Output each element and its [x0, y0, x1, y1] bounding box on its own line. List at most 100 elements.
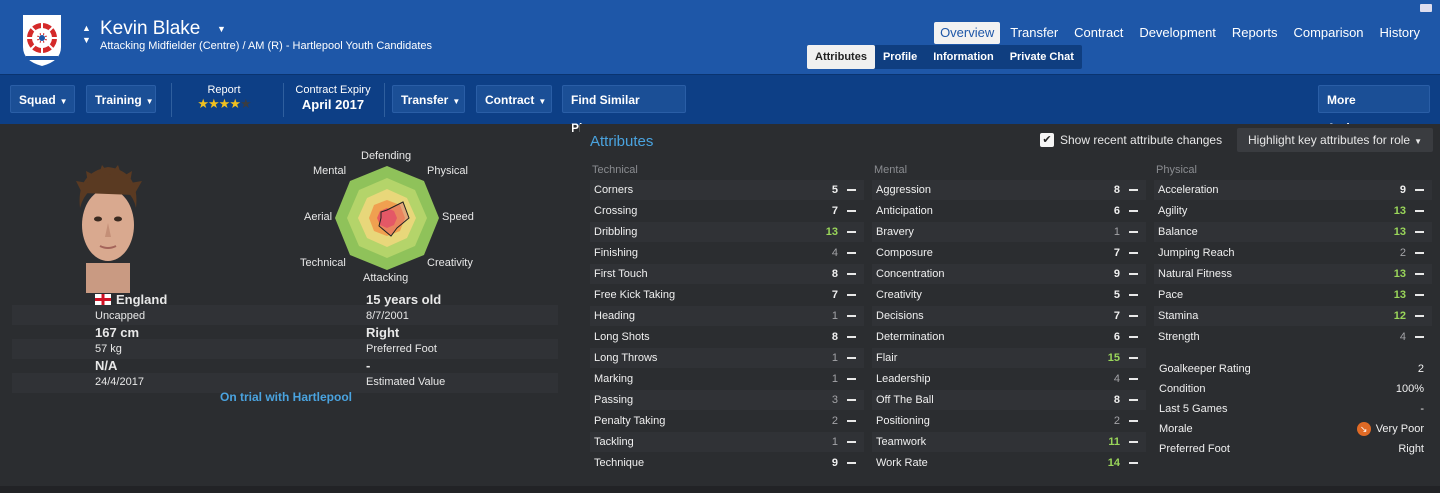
attribute-value: 2	[1113, 415, 1120, 427]
attribute-row[interactable]: Long Throws 1	[590, 348, 864, 368]
attribute-row[interactable]: Positioning 2	[872, 411, 1146, 431]
no-change-dash-icon	[1415, 294, 1424, 296]
star-icon: ★	[197, 96, 209, 111]
morale-text: Very Poor	[1375, 423, 1424, 435]
summary-value: 100%	[1395, 383, 1424, 395]
tab-overview[interactable]: Overview	[934, 22, 1001, 44]
attribute-row[interactable]: Balance 13	[1154, 222, 1432, 242]
attribute-row[interactable]: Long Shots 8	[590, 327, 864, 347]
attribute-row[interactable]: Passing 3	[590, 390, 864, 410]
chevron-down-icon: ▼	[452, 97, 461, 106]
highlight-role-dropdown[interactable]: Highlight key attributes for role ▼	[1237, 128, 1433, 152]
tab-transfer[interactable]: Transfer	[1004, 22, 1064, 44]
attribute-row[interactable]: Stamina 12	[1154, 306, 1432, 326]
tab-development[interactable]: Development	[1133, 22, 1222, 44]
attribute-row[interactable]: Concentration 9	[872, 264, 1146, 284]
attribute-row[interactable]: Finishing 4	[590, 243, 864, 263]
attribute-row[interactable]: Anticipation 6	[872, 201, 1146, 221]
no-change-dash-icon	[1415, 273, 1424, 275]
attribute-row[interactable]: Strength 4	[1154, 327, 1432, 347]
attribute-row[interactable]: Pace 13	[1154, 285, 1432, 305]
attribute-row[interactable]: Composure 7	[872, 243, 1146, 263]
attribute-row[interactable]: Jumping Reach 2	[1154, 243, 1432, 263]
subtab-profile[interactable]: Profile	[875, 45, 925, 69]
attribute-row[interactable]: Corners 5	[590, 180, 864, 200]
scout-report[interactable]: Report ★★★★★	[180, 84, 268, 112]
attribute-row[interactable]: Work Rate 14	[872, 453, 1146, 473]
radar-label-physical: Physical	[427, 165, 468, 177]
no-change-dash-icon	[847, 210, 856, 212]
attribute-value: 8	[831, 331, 838, 343]
attribute-row[interactable]: Tackling 1	[590, 432, 864, 452]
tab-contract[interactable]: Contract	[1068, 22, 1129, 44]
physical-header: Physical	[1156, 164, 1197, 176]
attribute-value: 1	[831, 373, 838, 385]
star-icon: ★	[208, 96, 220, 111]
attribute-row[interactable]: Heading 1	[590, 306, 864, 326]
attribute-name: Free Kick Taking	[594, 289, 676, 301]
subtab-private-chat[interactable]: Private Chat	[1002, 45, 1082, 69]
attribute-row[interactable]: Marking 1	[590, 369, 864, 389]
attribute-row[interactable]: Agility 13	[1154, 201, 1432, 221]
radar-label-creativity: Creativity	[427, 257, 473, 269]
attribute-name: Heading	[594, 310, 635, 322]
summary-label: Morale	[1159, 423, 1193, 435]
nationality[interactable]: England	[116, 292, 167, 307]
contract-button[interactable]: Contract ▼	[476, 85, 552, 113]
more-actions-button[interactable]: More Actions...▼	[1318, 85, 1430, 135]
summary-label: Preferred Foot	[1159, 443, 1230, 455]
attribute-value: 7	[1113, 247, 1120, 259]
show-changes-checkbox[interactable]: ✔	[1040, 133, 1054, 147]
show-changes-label[interactable]: Show recent attribute changes	[1060, 133, 1222, 147]
attribute-row[interactable]: Leadership 4	[872, 369, 1146, 389]
attribute-row[interactable]: Technique 9	[590, 453, 864, 473]
attribute-value: 14	[1107, 457, 1120, 469]
attribute-row[interactable]: Dribbling 13	[590, 222, 864, 242]
attribute-name: Leadership	[876, 373, 931, 385]
trial-status-link[interactable]: On trial with Hartlepool	[220, 390, 352, 404]
subtab-attributes[interactable]: Attributes	[807, 45, 875, 69]
attribute-row[interactable]: First Touch 8	[590, 264, 864, 284]
attribute-row[interactable]: Decisions 7	[872, 306, 1146, 326]
window-icon[interactable]	[1420, 4, 1432, 12]
attribute-name: Determination	[876, 331, 945, 343]
attribute-value: 7	[831, 205, 838, 217]
training-button[interactable]: Training ▼	[86, 85, 156, 113]
attribute-name: Corners	[594, 184, 634, 196]
attribute-name: Agility	[1158, 205, 1188, 217]
attribute-row[interactable]: Penalty Taking 2	[590, 411, 864, 431]
transfer-button[interactable]: Transfer ▼	[392, 85, 465, 113]
tab-history[interactable]: History	[1374, 22, 1426, 44]
squad-button[interactable]: Squad ▼	[10, 85, 75, 113]
attribute-value: 7	[1113, 310, 1120, 322]
player-nav-arrows[interactable]: ▲ ▼	[82, 22, 94, 46]
technical-header: Technical	[592, 164, 638, 176]
tab-reports[interactable]: Reports	[1226, 22, 1284, 44]
no-change-dash-icon	[847, 315, 856, 317]
attribute-row[interactable]: Determination 6	[872, 327, 1146, 347]
subtab-information[interactable]: Information	[925, 45, 1002, 69]
attribute-row[interactable]: Creativity 5	[872, 285, 1146, 305]
attribute-row[interactable]: Bravery 1	[872, 222, 1146, 242]
report-stars: ★★★★★	[180, 96, 268, 112]
tab-comparison[interactable]: Comparison	[1287, 22, 1369, 44]
contract-expiry-value: April 2017	[301, 97, 365, 112]
attribute-row[interactable]: Aggression 8	[872, 180, 1146, 200]
attribute-row[interactable]: Free Kick Taking 7	[590, 285, 864, 305]
summary-row: Condition 100%	[1155, 379, 1432, 399]
main-tabs: Overview Transfer Contract Development R…	[934, 22, 1426, 44]
player-menu-chevron-icon[interactable]: ▼	[217, 24, 226, 34]
attribute-value: 8	[831, 268, 838, 280]
attribute-row[interactable]: Natural Fitness 13	[1154, 264, 1432, 284]
radar-label-mental: Mental	[313, 165, 347, 177]
attribute-row[interactable]: Flair 15	[872, 348, 1146, 368]
find-similar-players-button[interactable]: Find Similar Players	[562, 85, 686, 135]
attribute-name: Anticipation	[876, 205, 933, 217]
attribute-row[interactable]: Crossing 7	[590, 201, 864, 221]
attribute-name: Off The Ball	[876, 394, 934, 406]
no-change-dash-icon	[1129, 210, 1138, 212]
attribute-row[interactable]: Teamwork 11	[872, 432, 1146, 452]
attribute-name: Jumping Reach	[1158, 247, 1235, 259]
attribute-row[interactable]: Acceleration 9	[1154, 180, 1432, 200]
attribute-row[interactable]: Off The Ball 8	[872, 390, 1146, 410]
